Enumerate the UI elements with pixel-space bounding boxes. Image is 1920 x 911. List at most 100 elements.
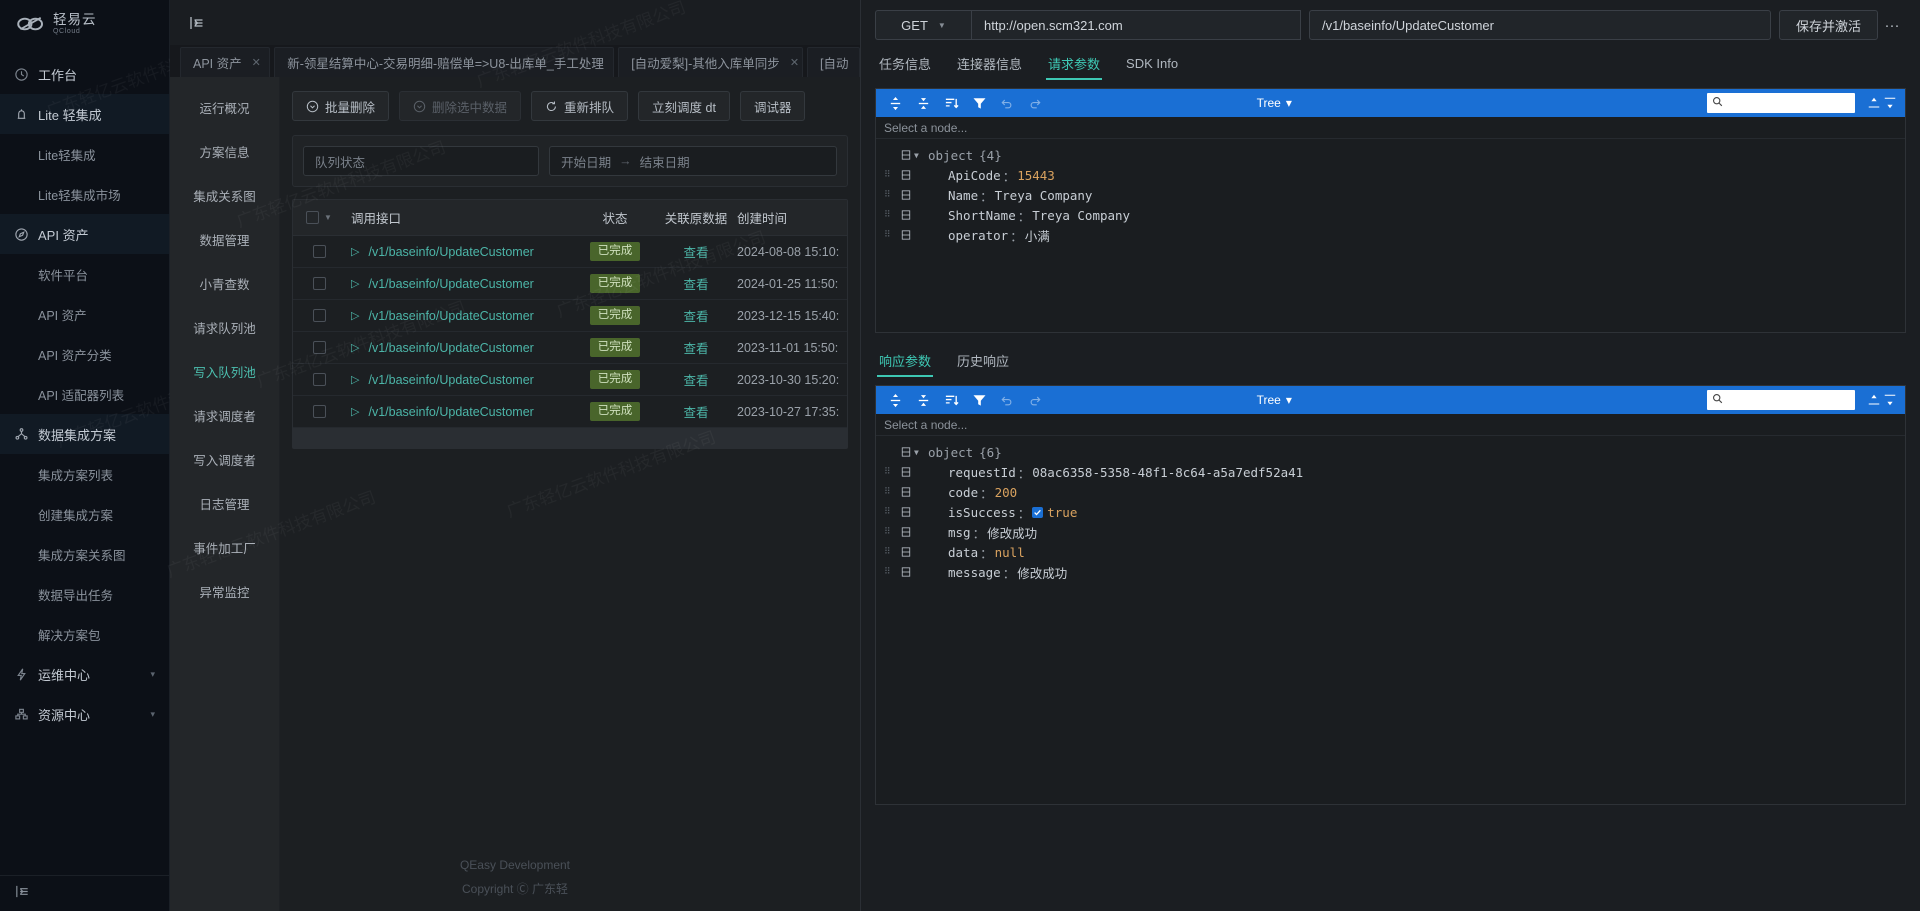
date-range-picker[interactable]: 开始日期 → 结束日期	[549, 146, 837, 176]
row-api-cell[interactable]: ▷ /v1/baseinfo/UpdateCustomer	[345, 341, 575, 355]
row-select-cell[interactable]	[293, 245, 345, 258]
request-search-input[interactable]	[1727, 97, 1850, 109]
brand-logo[interactable]: 轻易云 QCloud	[0, 0, 169, 48]
json-entry-row[interactable]: ⠿ ShortName ： Treya Company	[876, 205, 1905, 225]
sidebar-item-api-adapter-list[interactable]: API 适配器列表	[0, 374, 169, 414]
drag-handle-icon[interactable]: ⠿	[884, 190, 898, 200]
row-checkbox[interactable]	[312, 405, 326, 418]
tab-response-history[interactable]: 历史响应	[957, 343, 1009, 377]
sidebar-collapse-footer[interactable]	[0, 875, 169, 911]
sidebar-item-api-category[interactable]: API 资产分类	[0, 334, 169, 374]
subnav-item-exception-monitor[interactable]: 异常监控	[170, 571, 279, 611]
more-options-icon[interactable]: ···	[1878, 10, 1906, 40]
sidebar-item-api-asset[interactable]: API 资产	[0, 294, 169, 334]
json-value[interactable]: 08ac6358-5358-48f1-8c64-a5a7edf52a41	[1032, 465, 1303, 480]
row-checkbox[interactable]	[312, 373, 326, 386]
json-entry-row[interactable]: ⠿ Name ： Treya Company	[876, 185, 1905, 205]
response-node-path[interactable]: Select a node...	[876, 414, 1905, 436]
json-entry-row[interactable]: ⠿ ApiCode ： 15443	[876, 165, 1905, 185]
filter-icon[interactable]	[968, 92, 990, 114]
redo-icon[interactable]	[1024, 92, 1046, 114]
drag-handle-icon[interactable]: ⠿	[884, 467, 898, 477]
row-checkbox[interactable]	[312, 341, 326, 354]
drag-handle-icon[interactable]: ⠿	[884, 230, 898, 240]
node-box-icon[interactable]	[898, 150, 914, 160]
subnav-item-plan-info[interactable]: 方案信息	[170, 131, 279, 171]
sort-icon[interactable]	[940, 389, 962, 411]
node-box-icon[interactable]	[898, 210, 914, 220]
redo-icon[interactable]	[1024, 389, 1046, 411]
json-value[interactable]: 200	[995, 485, 1018, 500]
drag-handle-icon[interactable]: ⠿	[884, 170, 898, 180]
http-method-select[interactable]: GET ▼	[875, 10, 971, 40]
json-root-row[interactable]: ▼ object {4}	[876, 145, 1905, 165]
node-box-icon[interactable]	[898, 467, 914, 477]
drag-handle-icon[interactable]: ⠿	[884, 547, 898, 557]
row-relation-link[interactable]: 查看	[655, 274, 737, 293]
node-box-icon[interactable]	[898, 527, 914, 537]
sidebar-item-lite[interactable]: Lite 轻集成	[0, 94, 169, 134]
row-api-cell[interactable]: ▷ /v1/baseinfo/UpdateCustomer	[345, 405, 575, 419]
close-icon[interactable]: ✕	[790, 56, 799, 69]
json-entry-row[interactable]: ⠿ msg ： 修改成功	[876, 522, 1905, 542]
json-entry-row[interactable]: ⠿ code ： 200	[876, 482, 1905, 502]
play-icon[interactable]: ▷	[351, 277, 359, 290]
path-input[interactable]: /v1/baseinfo/UpdateCustomer	[1309, 10, 1771, 40]
response-search-box[interactable]	[1707, 390, 1855, 410]
sidebar-item-plan-list[interactable]: 集成方案列表	[0, 454, 169, 494]
json-entry-row[interactable]: ⠿ data ： null	[876, 542, 1905, 562]
table-row[interactable]: ▷ /v1/baseinfo/UpdateCustomer 已完成 查看 2024…	[293, 268, 847, 300]
json-value[interactable]: true	[1047, 505, 1077, 520]
undo-icon[interactable]	[996, 92, 1018, 114]
drag-handle-icon[interactable]: ⠿	[884, 210, 898, 220]
close-icon[interactable]: ✕	[252, 56, 261, 69]
json-value[interactable]: 15443	[1017, 168, 1055, 183]
row-select-cell[interactable]	[293, 341, 345, 354]
node-box-icon[interactable]	[898, 230, 914, 240]
drag-handle-icon[interactable]: ⠿	[884, 507, 898, 517]
tab-request-params[interactable]: 请求参数	[1046, 46, 1103, 80]
schedule-now-button[interactable]: 立刻调度 dt	[638, 91, 730, 121]
row-select-cell[interactable]	[293, 373, 345, 386]
filter-icon[interactable]	[968, 389, 990, 411]
host-input[interactable]: http://open.scm321.com	[971, 10, 1301, 40]
table-row[interactable]: ▷ /v1/baseinfo/UpdateCustomer 已完成 查看 2024…	[293, 236, 847, 268]
queue-status-select[interactable]: 队列状态	[303, 146, 540, 176]
row-checkbox[interactable]	[312, 245, 326, 258]
request-node-path[interactable]: Select a node...	[876, 117, 1905, 139]
expand-triangle-icon[interactable]: ▼	[914, 151, 928, 160]
row-select-cell[interactable]	[293, 309, 345, 322]
play-icon[interactable]: ▷	[351, 341, 359, 354]
json-value[interactable]: Treya Company	[995, 188, 1093, 203]
table-row[interactable]: ▷ /v1/baseinfo/UpdateCustomer 已完成 查看 2023…	[293, 364, 847, 396]
batch-delete-button[interactable]: 批量删除	[292, 91, 390, 121]
collapse-all-icon[interactable]	[912, 389, 934, 411]
sidebar-item-plan-graph[interactable]: 集成方案关系图	[0, 534, 169, 574]
sort-icon[interactable]	[940, 92, 962, 114]
sidebar-item-lite-integration[interactable]: Lite轻集成	[0, 134, 169, 174]
undo-icon[interactable]	[996, 389, 1018, 411]
node-box-icon[interactable]	[898, 567, 914, 577]
row-api-cell[interactable]: ▷ /v1/baseinfo/UpdateCustomer	[345, 245, 575, 259]
node-box-icon[interactable]	[898, 447, 914, 457]
json-value[interactable]: null	[995, 545, 1025, 560]
expand-all-icon[interactable]	[884, 389, 906, 411]
json-entry-row[interactable]: ⠿ isSuccess ： true	[876, 502, 1905, 522]
tab-api-assets[interactable]: API 资产 ✕	[180, 47, 271, 77]
row-relation-link[interactable]: 查看	[655, 370, 737, 389]
table-row[interactable]: ▷ /v1/baseinfo/UpdateCustomer 已完成 查看 2023…	[293, 396, 847, 428]
sidebar-item-software-platform[interactable]: 软件平台	[0, 254, 169, 294]
node-box-icon[interactable]	[898, 170, 914, 180]
play-icon[interactable]: ▷	[351, 309, 359, 322]
sidebar-item-data-integration[interactable]: 数据集成方案	[0, 414, 169, 454]
chevron-down-icon[interactable]: ▼	[324, 213, 332, 222]
response-editor-mode-select[interactable]: Tree ▾	[1257, 393, 1292, 407]
sidebar-item-api-assets[interactable]: API 资产	[0, 214, 169, 254]
expand-all-icon[interactable]	[884, 92, 906, 114]
row-relation-link[interactable]: 查看	[655, 338, 737, 357]
row-api-cell[interactable]: ▷ /v1/baseinfo/UpdateCustomer	[345, 373, 575, 387]
row-relation-link[interactable]: 查看	[655, 402, 737, 421]
play-icon[interactable]: ▷	[351, 245, 359, 258]
subnav-item-write-queue[interactable]: 写入队列池	[170, 351, 279, 391]
subnav-item-request-scheduler[interactable]: 请求调度者	[170, 395, 279, 435]
